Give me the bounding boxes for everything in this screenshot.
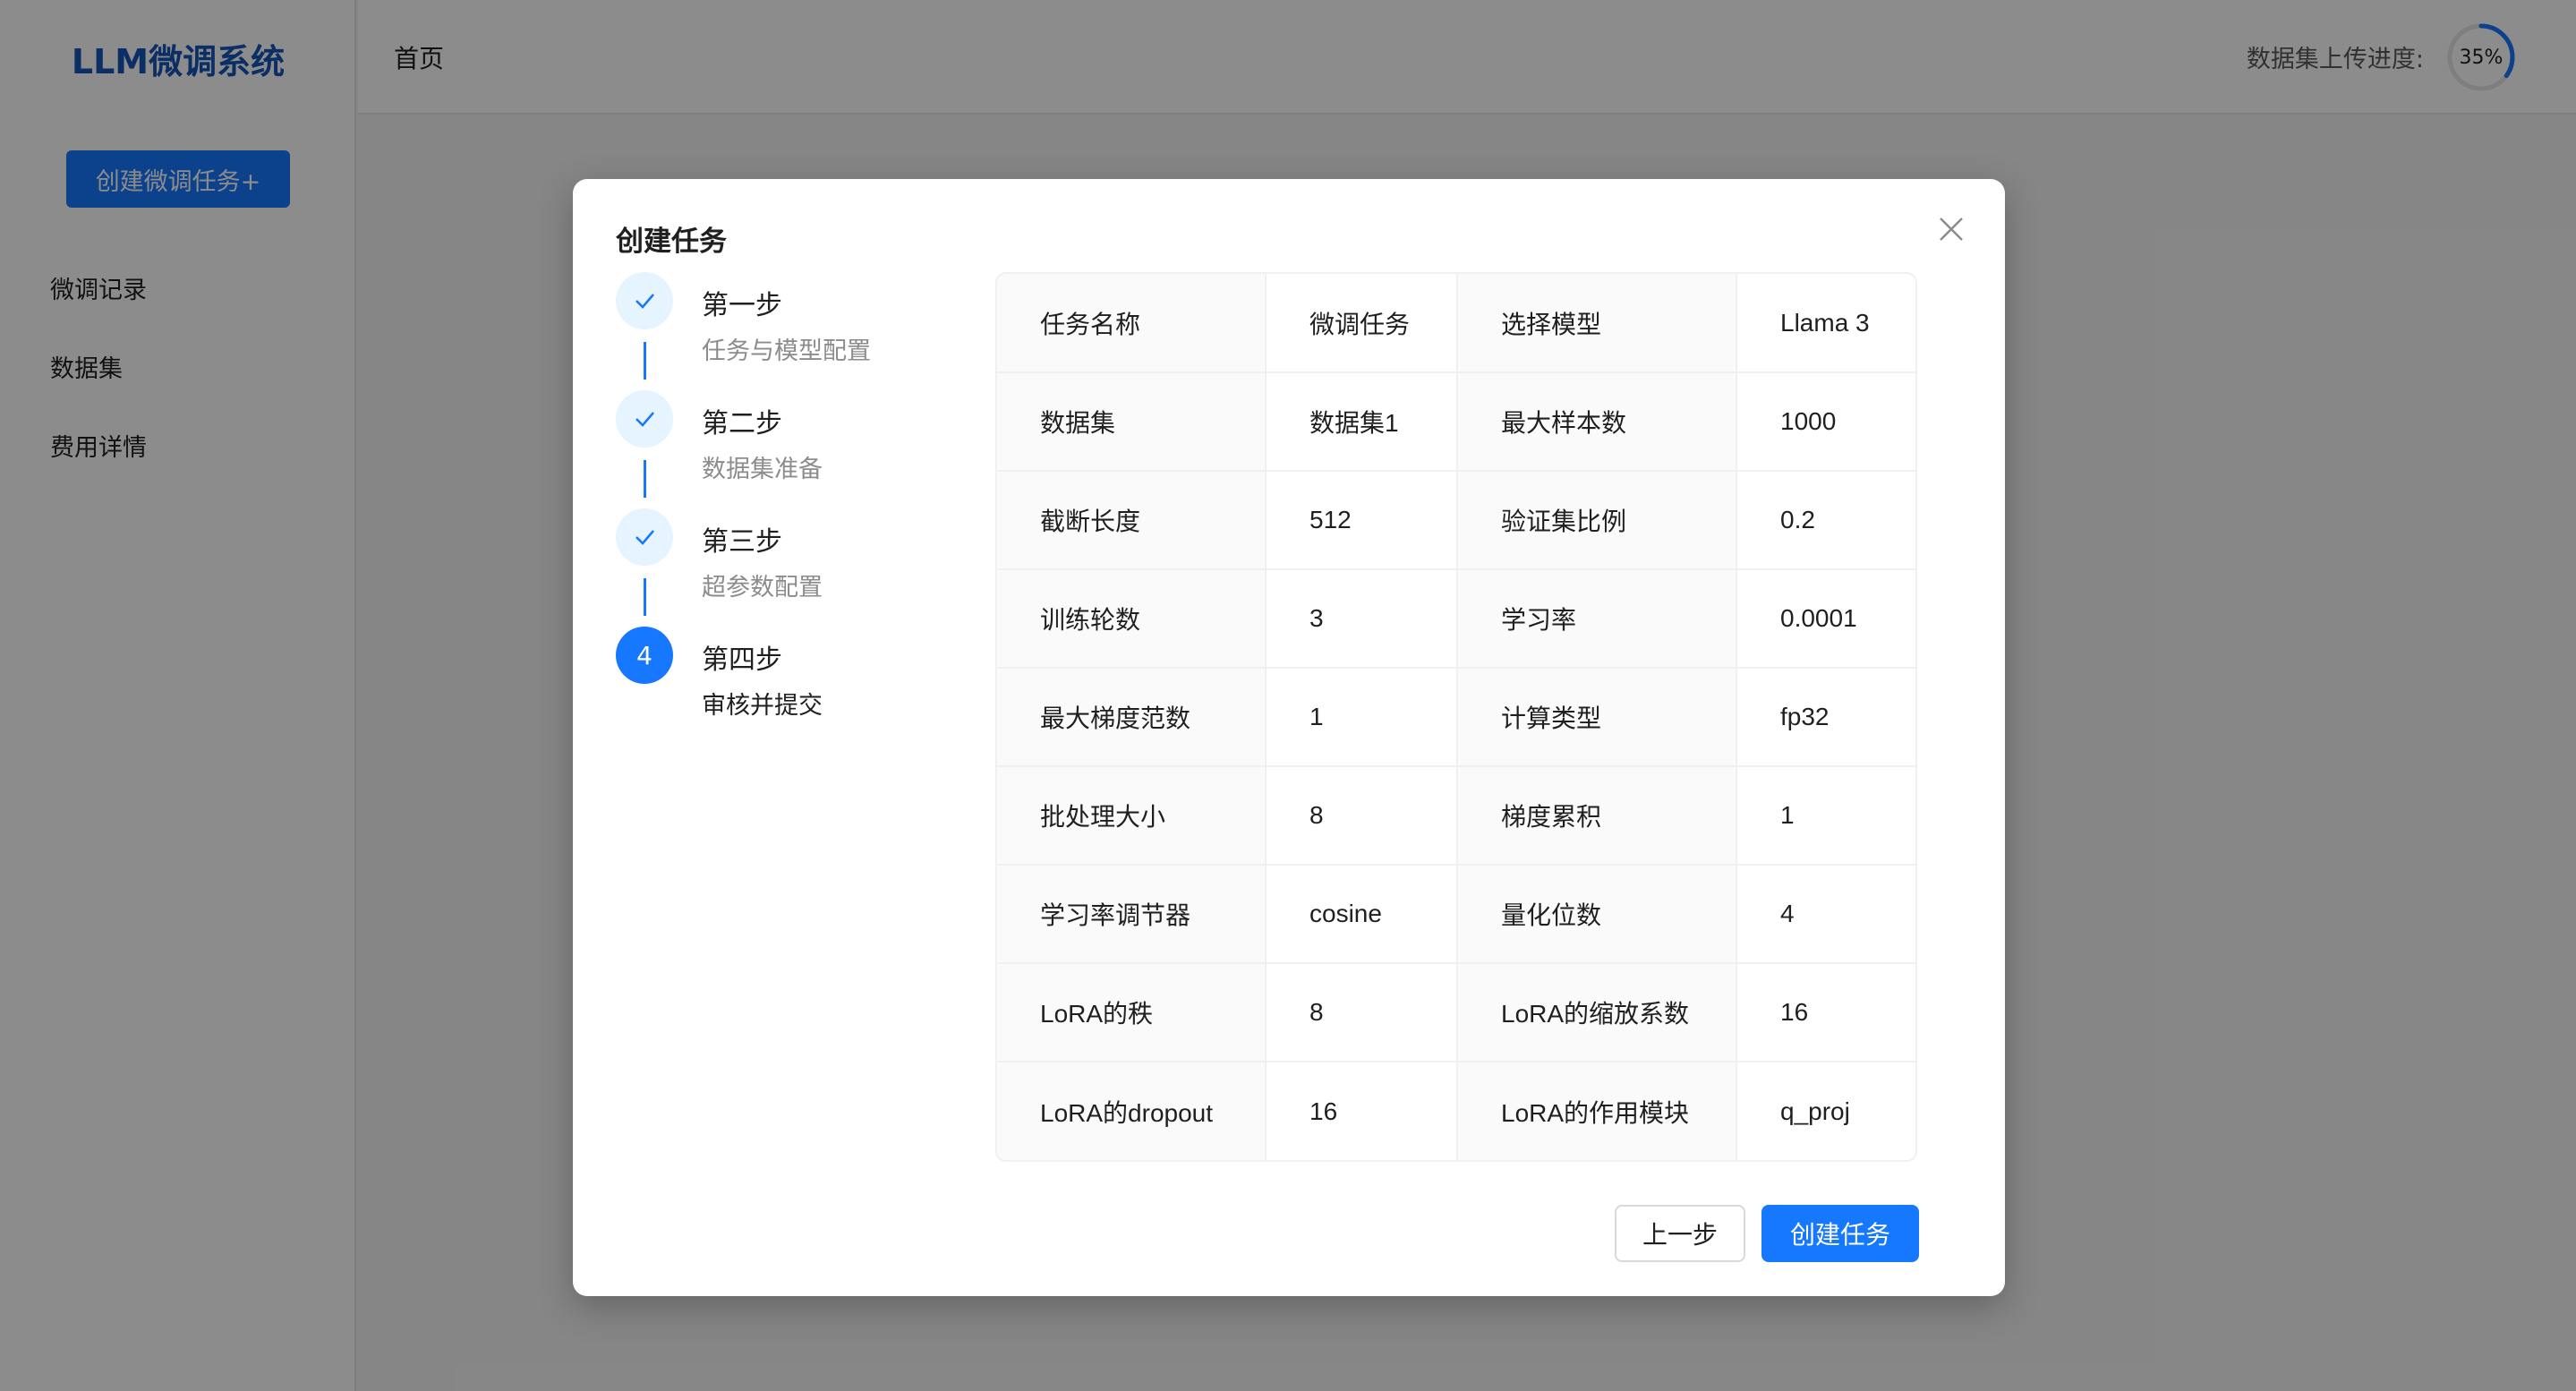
table-value-cell: 8 [1266, 766, 1458, 866]
step-title: 第一步 [702, 290, 782, 321]
table-value-cell: 3 [1266, 569, 1458, 669]
table-row: LoRA的dropout 16 LoRA的作用模块 q_proj [997, 1062, 1915, 1160]
table-label-cell: 量化位数 [1457, 865, 1737, 964]
table-label-cell: 任务名称 [997, 274, 1267, 373]
table-label-cell: 最大样本数 [1457, 372, 1737, 472]
table-row: 训练轮数 3 学习率 0.0001 [997, 569, 1915, 669]
table-row: 截断长度 512 验证集比例 0.2 [997, 471, 1915, 570]
table-label-cell: 截断长度 [997, 471, 1267, 570]
steps: 第一步 任务与模型配置 第二步 数据集准备 第三步 超参数配置 4 第四步 审核… [616, 272, 956, 745]
table-label-cell: LoRA的作用模块 [1457, 1062, 1737, 1160]
table-value-cell: 16 [1736, 963, 1915, 1062]
table-row: LoRA的秩 8 LoRA的缩放系数 16 [997, 963, 1915, 1062]
table-value-cell: fp32 [1736, 668, 1915, 767]
step-title: 第四步 [702, 644, 782, 676]
step-description: 数据集准备 [702, 456, 823, 483]
create-task-button[interactable]: 创建任务 [1761, 1205, 1919, 1262]
table-value-cell: 8 [1266, 963, 1458, 1062]
table-value-cell: 微调任务 [1266, 274, 1458, 373]
table-label-cell: LoRA的缩放系数 [1457, 963, 1737, 1062]
table-label-cell: LoRA的秩 [997, 963, 1267, 1062]
close-icon[interactable] [1933, 211, 1969, 247]
step-4: 4 第四步 审核并提交 [616, 627, 956, 745]
table-value-cell: 1 [1736, 766, 1915, 866]
table-value-cell: 数据集1 [1266, 372, 1458, 472]
table-row: 批处理大小 8 梯度累积 1 [997, 766, 1915, 866]
step-number: 4 [616, 627, 673, 684]
create-task-modal: 创建任务 第一步 任务与模型配置 第二步 数据集准备 第三步 超参数配置 4 第… [573, 179, 2005, 1296]
step-description: 超参数配置 [702, 574, 823, 602]
check-icon [616, 272, 673, 329]
table-label-cell: 最大梯度范数 [997, 668, 1267, 767]
review-table: 任务名称 微调任务 选择模型 Llama 3 数据集 数据集1 最大样本数 1000 截断长度 5… [995, 272, 1917, 1162]
table-row: 最大梯度范数 1 计算类型 fp32 [997, 668, 1915, 767]
table-label-cell: LoRA的dropout [997, 1062, 1267, 1160]
table-value-cell: 0.0001 [1736, 569, 1915, 669]
table-value-cell: 0.2 [1736, 471, 1915, 570]
table-value-cell: cosine [1266, 865, 1458, 964]
step-connector [644, 342, 646, 380]
table-label-cell: 选择模型 [1457, 274, 1737, 373]
step-connector [644, 578, 646, 616]
previous-step-button[interactable]: 上一步 [1615, 1205, 1745, 1262]
table-label-cell: 数据集 [997, 372, 1267, 472]
table-row: 学习率调节器 cosine 量化位数 4 [997, 865, 1915, 964]
modal-title: 创建任务 [616, 226, 727, 258]
step-title: 第二步 [702, 408, 782, 439]
table-label-cell: 学习率 [1457, 569, 1737, 669]
step-description: 任务与模型配置 [702, 337, 871, 365]
table-label-cell: 训练轮数 [997, 569, 1267, 669]
step-title: 第三步 [702, 526, 782, 558]
step-description: 审核并提交 [702, 692, 823, 720]
check-icon [616, 508, 673, 566]
table-value-cell: q_proj [1780, 1097, 1850, 1125]
table-label-cell: 梯度累积 [1457, 766, 1737, 866]
step-connector [644, 460, 646, 498]
table-value-cell: 1000 [1736, 372, 1915, 472]
table-value-cell: Llama 3 [1736, 274, 1915, 373]
step-2: 第二步 数据集准备 [616, 390, 956, 508]
table-label-cell: 计算类型 [1457, 668, 1737, 767]
table-row: 任务名称 微调任务 选择模型 Llama 3 [997, 274, 1915, 373]
table-row: 数据集 数据集1 最大样本数 1000 [997, 372, 1915, 472]
step-3: 第三步 超参数配置 [616, 508, 956, 627]
table-label-cell: 验证集比例 [1457, 471, 1737, 570]
table-value-cell: 512 [1266, 471, 1458, 570]
step-1: 第一步 任务与模型配置 [616, 272, 956, 390]
table-label-cell: 学习率调节器 [997, 865, 1267, 964]
table-label-cell: 批处理大小 [997, 766, 1267, 866]
table-value-cell: 1 [1266, 668, 1458, 767]
table-value-cell: 4 [1736, 865, 1915, 964]
check-icon [616, 390, 673, 448]
table-value-cell: 16 [1266, 1062, 1458, 1160]
